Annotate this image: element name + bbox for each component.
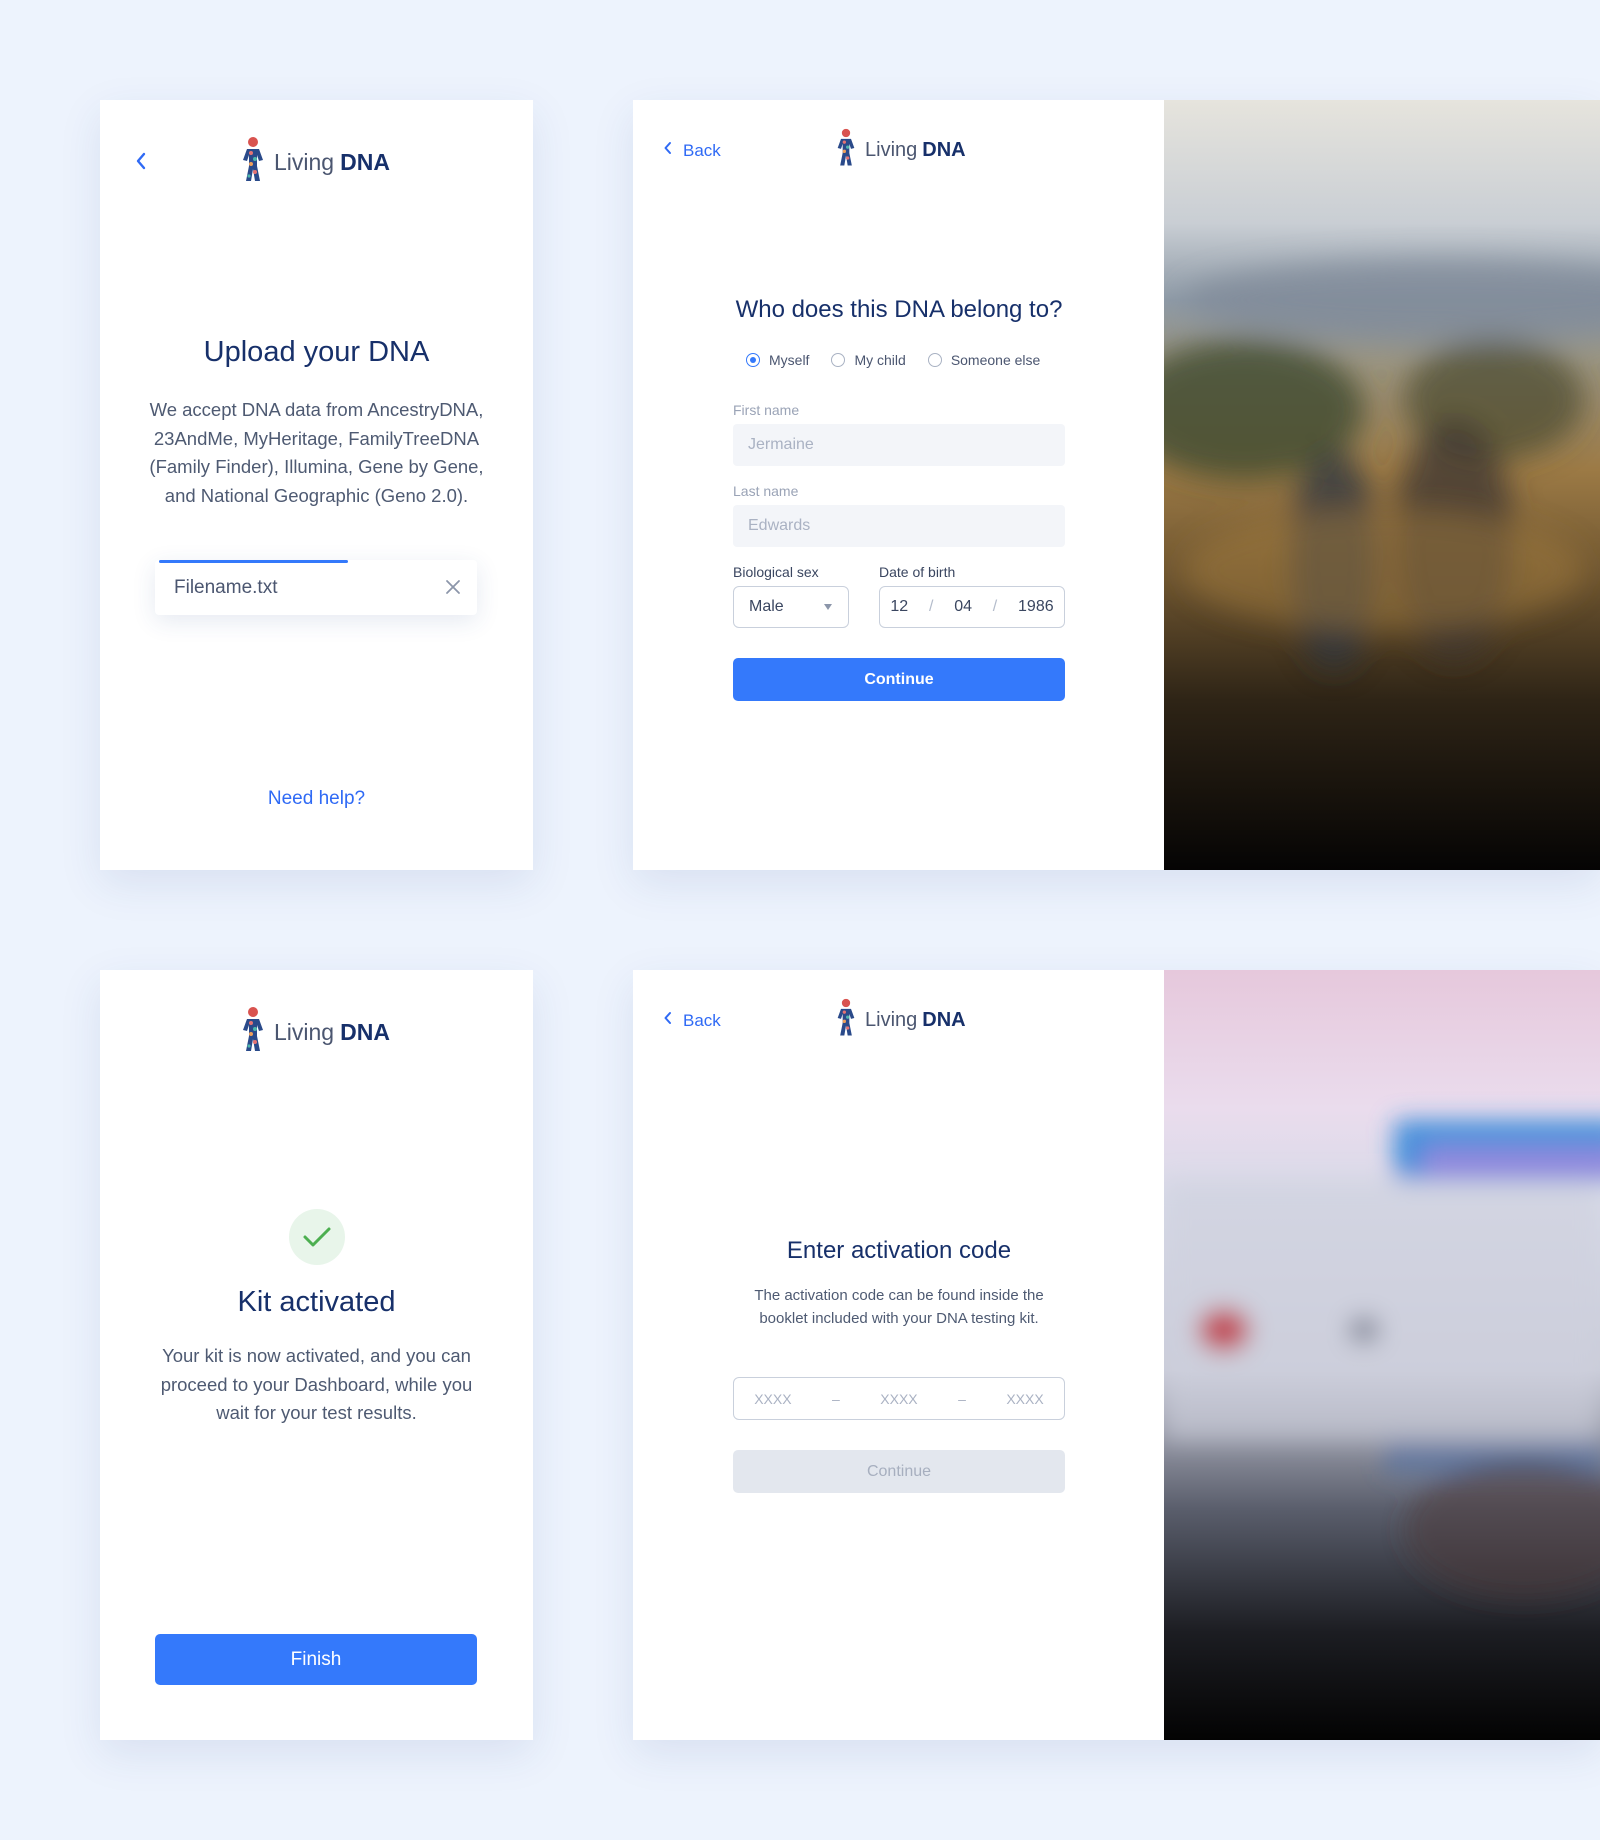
owner-radio-group: Myself My child Someone else xyxy=(746,352,1062,368)
dropdown-caret-icon xyxy=(823,598,833,616)
kit-activated-description: Your kit is now activated, and you can p… xyxy=(160,1345,473,1424)
radio-unselected-icon xyxy=(831,353,846,367)
upload-card: Living DNA Upload your DNA We accept DNA… xyxy=(100,100,533,870)
upload-progress-bar xyxy=(159,560,349,563)
biological-sex-select[interactable]: Male xyxy=(733,586,849,628)
radio-my-child[interactable]: My child xyxy=(831,352,906,368)
radio-selected-icon xyxy=(746,353,760,367)
radio-myself[interactable]: Myself xyxy=(746,352,809,368)
logo-word-living: Living xyxy=(865,139,918,161)
hikers-landscape-photo xyxy=(1164,100,1600,870)
dob-year[interactable]: 1986 xyxy=(1018,598,1054,616)
radio-unselected-icon xyxy=(927,353,942,367)
logo-word-dna: DNA xyxy=(922,1009,966,1031)
radio-someone-else[interactable]: Someone else xyxy=(927,352,1041,368)
back-chevron-icon[interactable] xyxy=(134,150,148,177)
activation-code-field: XXXX – XXXX – XXXX xyxy=(733,1377,1065,1420)
sex-value: Male xyxy=(749,598,784,615)
biological-sex-label: Biological sex xyxy=(733,564,819,580)
finish-button[interactable]: Finish xyxy=(155,1634,477,1685)
last-name-label: Last name xyxy=(733,483,799,499)
date-of-birth-label: Date of birth xyxy=(879,564,956,580)
upload-description: We accept DNA data from AncestryDNA, 23A… xyxy=(149,399,484,507)
radio-label: Myself xyxy=(769,352,810,368)
file-upload-item: Filename.txt xyxy=(155,560,477,615)
kit-activated-title: Kit activated xyxy=(237,1286,396,1318)
back-chevron-icon xyxy=(663,1010,683,1031)
dob-month[interactable]: 04 xyxy=(954,598,972,616)
code-segment-1[interactable]: XXXX xyxy=(754,1391,791,1407)
dob-separator: / xyxy=(928,598,934,615)
logo-word-living: Living xyxy=(865,1009,918,1031)
remove-file-close-icon[interactable] xyxy=(445,579,461,600)
first-name-field[interactable] xyxy=(733,424,1065,466)
dob-day[interactable]: 12 xyxy=(890,598,908,616)
logo-word-dna: DNA xyxy=(340,149,390,175)
code-separator: – xyxy=(832,1390,840,1407)
back-label: Back xyxy=(683,1010,721,1030)
logo-word-living: Living xyxy=(274,149,335,175)
back-label: Back xyxy=(683,140,721,160)
activation-title: Enter activation code xyxy=(786,1237,1012,1264)
code-segment-3[interactable]: XXXX xyxy=(1006,1391,1043,1407)
back-button[interactable]: Back xyxy=(663,1010,721,1031)
success-check-icon xyxy=(289,1209,345,1265)
upload-title: Upload your DNA xyxy=(203,336,430,368)
continue-button-disabled[interactable]: Continue xyxy=(733,1450,1065,1493)
living-dna-logo: Living DNA xyxy=(238,1006,390,1059)
dna-figure-icon xyxy=(238,1006,268,1059)
need-help-link[interactable]: Need help? xyxy=(100,788,533,810)
kit-activated-card: Living DNA Kit activated Your kit is now… xyxy=(100,970,533,1740)
logo-word-living: Living xyxy=(274,1019,335,1045)
file-name: Filename.txt xyxy=(174,577,278,598)
logo-word-dna: DNA xyxy=(340,1019,390,1045)
living-dna-logo: Living DNA xyxy=(833,998,966,1043)
continue-button[interactable]: Continue xyxy=(733,658,1065,701)
owner-form-card: Back Living DNA Who does this DNA belong… xyxy=(633,100,1600,870)
radio-label: Someone else xyxy=(950,352,1041,368)
dna-figure-icon xyxy=(238,136,268,189)
date-of-birth-field: 12 / 04 / 1986 xyxy=(879,586,1065,628)
dob-separator: / xyxy=(992,598,998,615)
dna-figure-icon xyxy=(833,998,859,1043)
first-name-label: First name xyxy=(733,402,800,418)
activation-card: Back Living DNA Enter activation code Th… xyxy=(633,970,1600,1740)
dna-figure-icon xyxy=(833,128,859,173)
back-chevron-icon xyxy=(663,140,683,161)
living-dna-logo: Living DNA xyxy=(833,128,966,173)
code-separator: – xyxy=(958,1390,966,1407)
owner-form-title: Who does this DNA belong to? xyxy=(735,296,1063,323)
logo-word-dna: DNA xyxy=(922,139,966,161)
last-name-field[interactable] xyxy=(733,505,1065,547)
code-segment-2[interactable]: XXXX xyxy=(880,1391,917,1407)
living-dna-logo: Living DNA xyxy=(238,136,390,189)
blurred-app-photo xyxy=(1164,970,1600,1740)
back-button[interactable]: Back xyxy=(663,140,721,161)
activation-description: The activation code can be found inside … xyxy=(754,1287,1044,1327)
radio-label: My child xyxy=(854,352,906,368)
